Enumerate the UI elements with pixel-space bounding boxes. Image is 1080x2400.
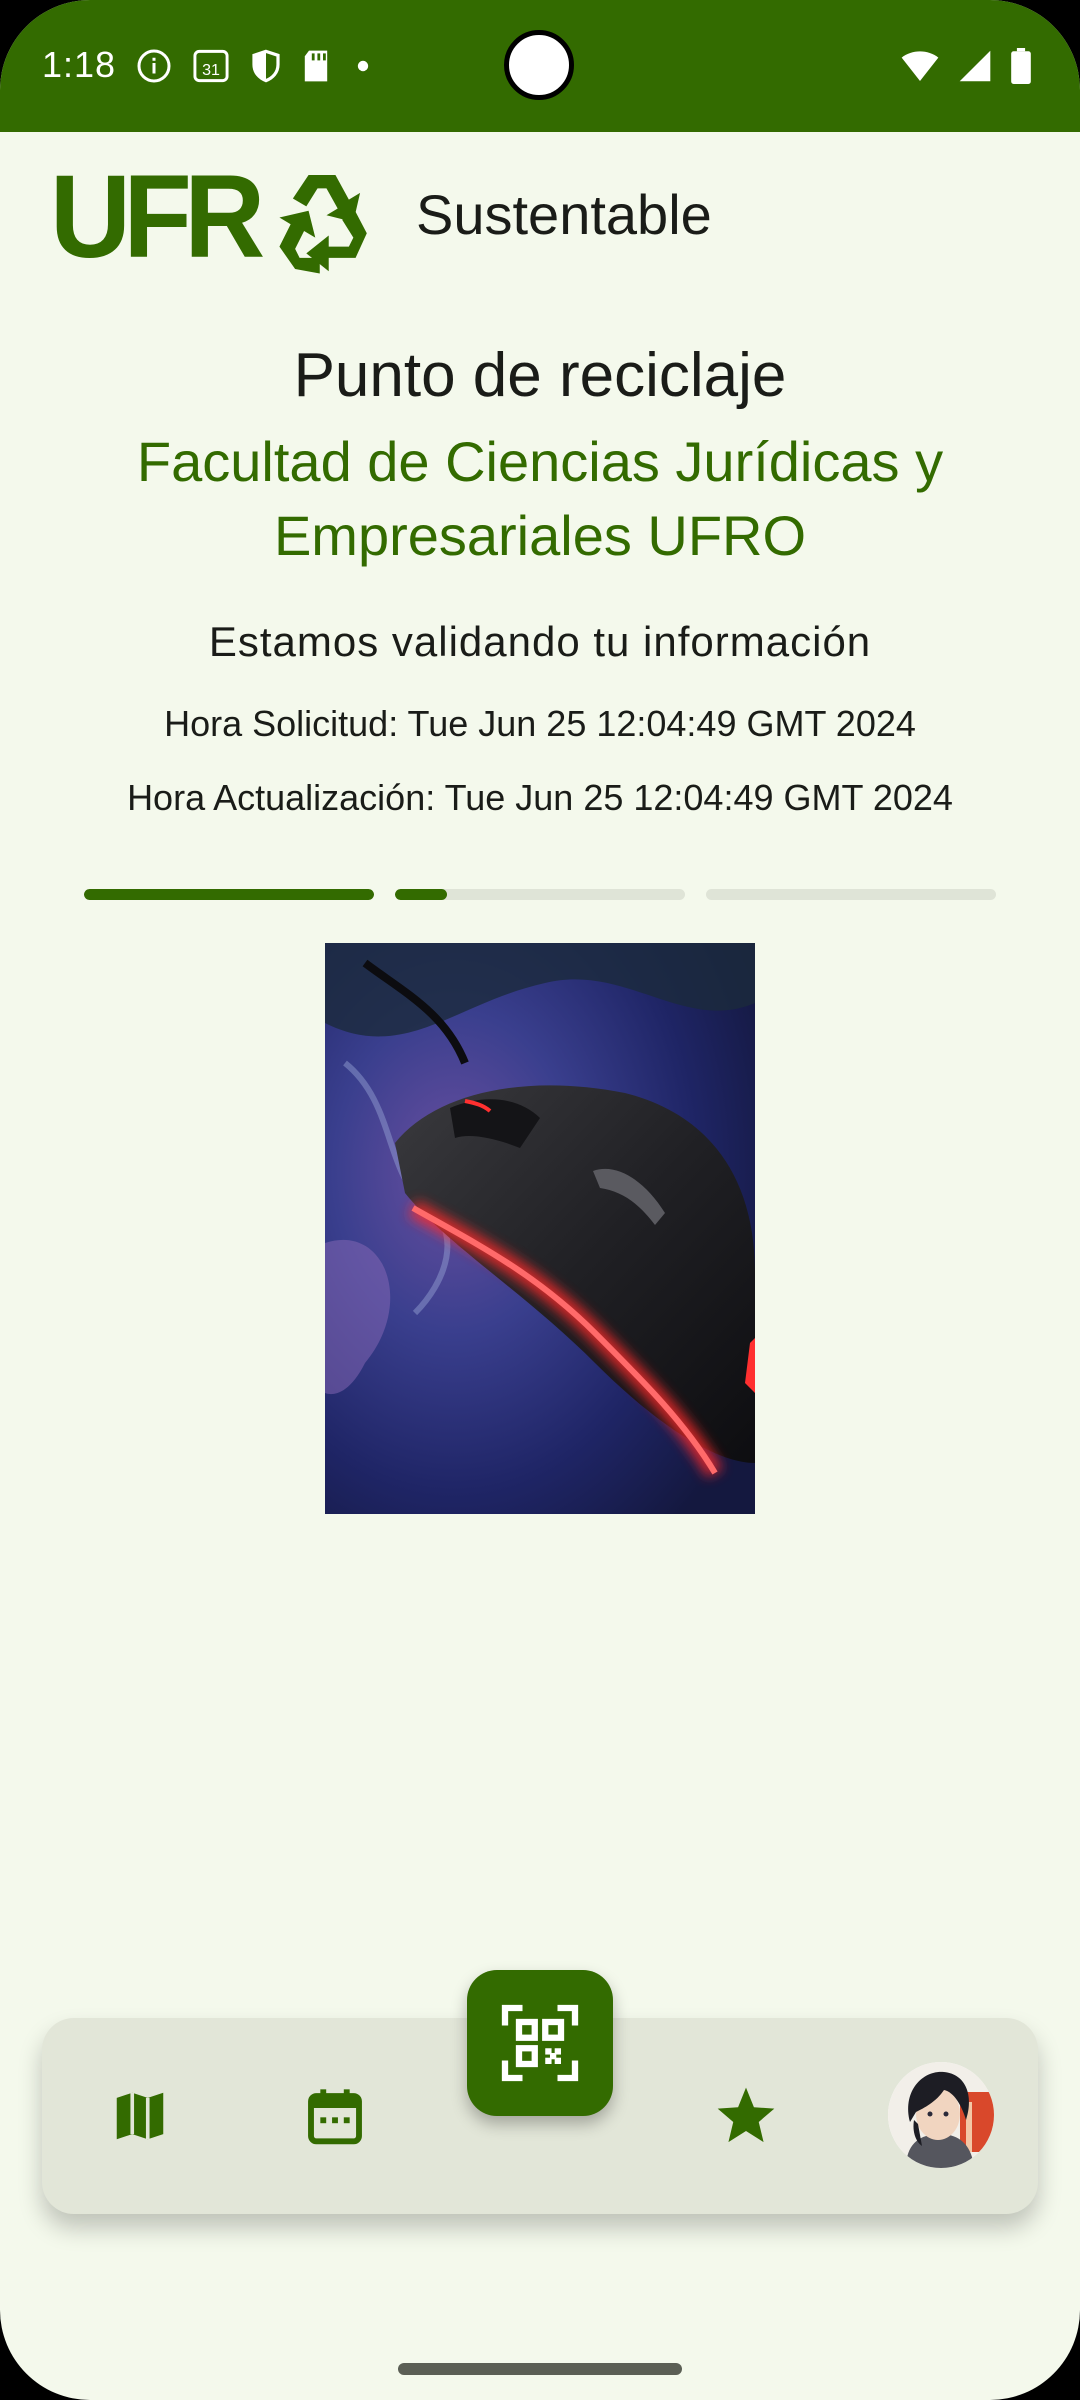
progress-fill-1 [84,889,374,900]
recycle-icon [279,174,367,274]
page-title: Punto de reciclaje [293,341,787,410]
update-time: Hora Actualización: Tue Jun 25 12:04:49 … [127,777,953,818]
calendar-notification-icon: 31 [193,49,229,83]
dot-icon [357,60,369,72]
app-header: UFR Sustentable [0,132,1080,302]
wifi-icon [901,51,939,81]
progress-fill-2 [395,889,448,900]
progress-segment-1 [84,889,374,900]
calendar-notification-day: 31 [202,61,220,79]
qr-scan-icon [501,2004,579,2082]
logo-text: UFR [50,151,265,283]
shield-icon [252,49,280,83]
camera-cutout [504,30,574,100]
nav-favorites-button[interactable] [696,2066,796,2166]
system-icons [900,48,1032,84]
avatar [888,2062,994,2168]
nav-calendar-button[interactable] [285,2066,385,2166]
cell-signal-icon [959,50,991,82]
app-screen: 1:18 31 UFR Sustentable Punto de recicla… [0,0,1080,2400]
progress-segment-3 [706,889,996,900]
home-indicator[interactable] [398,2363,682,2375]
request-time: Hora Solicitud: Tue Jun 25 12:04:49 GMT … [164,703,916,744]
validation-status: Estamos validando tu información [208,618,872,665]
star-icon [717,2087,775,2143]
profile-avatar-button[interactable] [888,2062,994,2168]
ufro-logo: UFR [50,158,370,276]
calendar-icon [308,2089,362,2145]
info-icon [137,49,171,83]
status-time: 1:18 [42,44,117,85]
app-subtitle: Sustentable [416,183,712,246]
nav-map-button[interactable] [90,2066,190,2166]
notification-icons: 31 [136,48,376,84]
map-icon [116,2092,164,2140]
submitted-photo [325,943,755,1514]
sd-card-icon [304,50,328,82]
progress-segment-2 [395,889,685,900]
facility-name: Facultad de Ciencias Jurídicas y Empresa… [136,430,944,567]
mouse-photo-image [325,943,755,1514]
status-bar: 1:18 31 [0,0,1080,132]
qr-scan-button[interactable] [467,1970,613,2116]
battery-icon [1011,48,1031,84]
